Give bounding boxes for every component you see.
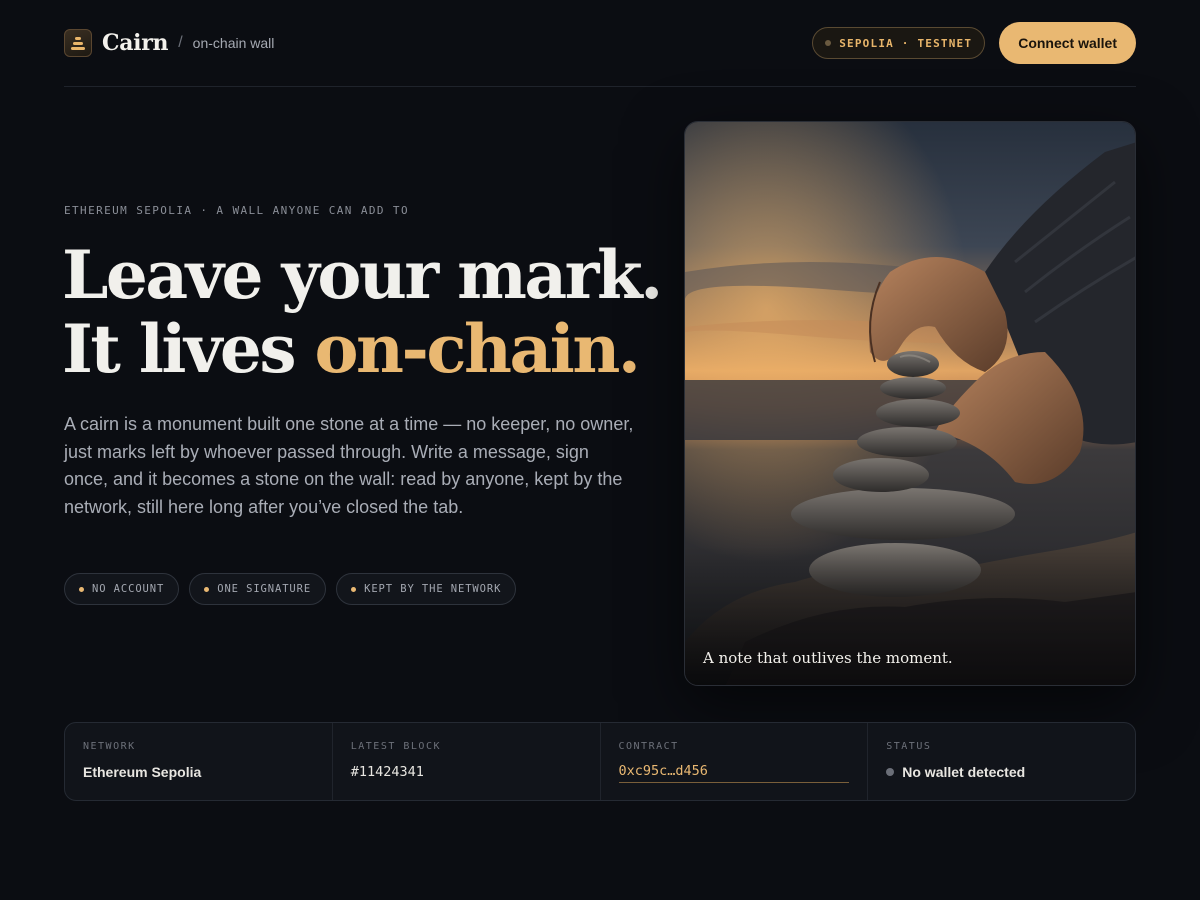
headline-accent: on-chain. <box>314 310 640 388</box>
network-value: Ethereum Sepolia <box>83 764 202 780</box>
stat-label: STATUS <box>886 741 932 752</box>
contract-address-link[interactable]: 0xc95c…d456 <box>618 763 849 783</box>
brand[interactable]: Cairn / on-chain wall <box>64 29 274 57</box>
feature-chip: ONE SIGNATURE <box>189 573 327 605</box>
hero-headline: Leave your mark. It lives on-chain. <box>62 236 663 388</box>
stat-label: NETWORK <box>83 741 136 752</box>
latest-block-value: #11424341 <box>350 764 424 780</box>
feature-chip-label: KEPT BY THE NETWORK <box>364 583 502 595</box>
wallet-status-value: No wallet detected <box>902 764 1026 780</box>
stat-status: STATUS No wallet detected <box>868 723 1135 800</box>
stat-network: NETWORK Ethereum Sepolia <box>65 723 333 800</box>
chip-dot-icon <box>79 586 84 592</box>
stacked-stones-photo-icon <box>685 122 1135 685</box>
stat-contract: CONTRACT 0xc95c…d456 <box>601 723 869 800</box>
connect-wallet-button[interactable]: Connect wallet <box>999 22 1136 64</box>
network-badge-label: SEPOLIA · TESTNET <box>839 36 973 50</box>
brand-separator: / <box>178 34 183 51</box>
stat-label: LATEST BLOCK <box>350 741 441 752</box>
network-badge: SEPOLIA · TESTNET <box>812 27 986 59</box>
status-row: No wallet detected <box>886 764 1117 780</box>
hero-eyebrow: ETHEREUM SEPOLIA · A WALL ANYONE CAN ADD… <box>64 204 409 217</box>
hero-description: A cairn is a monument built one stone at… <box>64 414 634 517</box>
chip-dot-icon <box>351 586 357 592</box>
network-status-dot-icon <box>825 40 832 46</box>
stat-label: CONTRACT <box>618 741 679 752</box>
chip-dot-icon <box>204 586 210 592</box>
brand-name: Cairn <box>102 30 169 56</box>
status-dot-icon <box>886 768 895 776</box>
network-stats-bar: NETWORK Ethereum Sepolia LATEST BLOCK #1… <box>64 722 1136 801</box>
header-divider <box>64 86 1136 87</box>
headline-line-1: Leave your mark. <box>62 236 663 314</box>
feature-chip-label: NO ACCOUNT <box>92 583 165 595</box>
header-actions: SEPOLIA · TESTNET Connect wallet <box>812 22 1136 64</box>
feature-chip: KEPT BY THE NETWORK <box>336 573 517 605</box>
photo-caption: A note that outlives the moment. <box>703 649 953 667</box>
feature-chip: NO ACCOUNT <box>64 573 180 605</box>
cairn-logo-icon <box>64 29 92 57</box>
headline-line-2-prefix: It lives <box>62 310 315 388</box>
brand-subtitle: on-chain wall <box>192 35 275 51</box>
top-bar: Cairn / on-chain wall SEPOLIA · TESTNET … <box>64 22 1136 64</box>
feature-chips: NO ACCOUNT ONE SIGNATURE KEPT BY THE NET… <box>64 573 517 605</box>
feature-chip-label: ONE SIGNATURE <box>217 583 312 595</box>
stat-latest-block: LATEST BLOCK #11424341 <box>333 723 601 800</box>
hero-photo: A note that outlives the moment. <box>684 121 1136 686</box>
